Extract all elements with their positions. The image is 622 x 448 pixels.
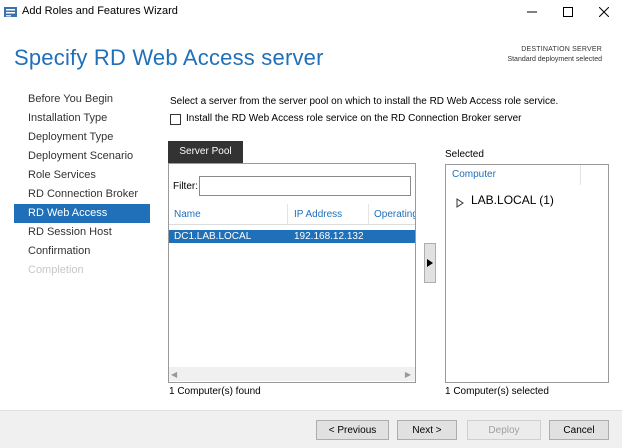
server-pool-header: Name IP Address Operating xyxy=(169,204,415,225)
play-arrow-icon xyxy=(427,259,433,267)
column-header-ip-address[interactable]: IP Address xyxy=(294,209,342,220)
scroll-right-icon[interactable]: ▶ xyxy=(405,370,411,379)
nav-item-rd-session-host[interactable]: RD Session Host xyxy=(14,223,150,242)
install-on-broker-label[interactable]: Install the RD Web Access role service o… xyxy=(186,113,522,124)
nav-item-rd-web-access[interactable]: RD Web Access xyxy=(14,204,150,223)
nav-item-completion: Completion xyxy=(28,264,84,276)
server-pool-panel xyxy=(168,163,416,383)
close-button[interactable] xyxy=(586,0,622,24)
column-header-operating-system[interactable]: Operating xyxy=(374,209,415,220)
window-title: Add Roles and Features Wizard xyxy=(22,5,178,17)
computers-selected-status: 1 Computer(s) selected xyxy=(445,386,549,397)
server-manager-icon xyxy=(4,5,18,18)
destination-server-label: DESTINATION SERVER xyxy=(521,46,602,53)
triangle-right-icon[interactable] xyxy=(455,195,465,208)
previous-button[interactable]: < Previous xyxy=(316,420,389,440)
install-on-broker-checkbox[interactable] xyxy=(170,114,181,125)
add-server-button[interactable] xyxy=(424,243,436,283)
destination-server-value: Standard deployment selected xyxy=(507,56,602,63)
table-row[interactable]: DC1.LAB.LOCAL 192.168.12.132 xyxy=(169,230,415,243)
filter-input[interactable] xyxy=(199,176,411,196)
nav-item-confirmation[interactable]: Confirmation xyxy=(14,242,150,261)
horizontal-scrollbar[interactable]: ◀ ▶ xyxy=(169,367,415,381)
nav-item-rd-connection-broker[interactable]: RD Connection Broker xyxy=(14,185,150,204)
computers-found-status: 1 Computer(s) found xyxy=(169,386,261,397)
close-icon xyxy=(599,7,609,17)
cancel-button[interactable]: Cancel xyxy=(549,420,609,440)
nav-item-deployment-type[interactable]: Deployment Type xyxy=(14,128,150,147)
column-header-computer[interactable]: Computer xyxy=(452,169,496,180)
maximize-icon xyxy=(563,7,573,17)
wizard-nav: Before You Begin Installation Type Deplo… xyxy=(14,90,150,280)
minimize-button[interactable] xyxy=(514,0,550,24)
nav-item-role-services[interactable]: Role Services xyxy=(14,166,150,185)
column-divider[interactable] xyxy=(368,204,369,224)
server-ip-cell: 192.168.12.132 xyxy=(294,231,364,242)
nav-item-deployment-scenario[interactable]: Deployment Scenario xyxy=(14,147,150,166)
page-title: Specify RD Web Access server xyxy=(14,45,324,70)
maximize-button[interactable] xyxy=(550,0,586,24)
deploy-button: Deploy xyxy=(467,420,541,440)
column-header-name[interactable]: Name xyxy=(174,209,201,220)
tab-server-pool[interactable]: Server Pool xyxy=(168,141,243,163)
title-bar: Add Roles and Features Wizard xyxy=(0,0,622,24)
minimize-icon xyxy=(527,11,537,13)
instruction-text: Select a server from the server pool on … xyxy=(170,96,559,107)
selected-heading: Selected xyxy=(445,149,484,160)
next-button[interactable]: Next > xyxy=(397,420,457,440)
tree-item-lab-local[interactable]: LAB.LOCAL (1) xyxy=(471,193,554,207)
scroll-left-icon[interactable]: ◀ xyxy=(171,370,177,379)
server-name-cell: DC1.LAB.LOCAL xyxy=(174,231,252,242)
column-divider[interactable] xyxy=(287,204,288,224)
nav-item-before-you-begin[interactable]: Before You Begin xyxy=(14,90,150,109)
nav-item-installation-type[interactable]: Installation Type xyxy=(14,109,150,128)
filter-label: Filter: xyxy=(173,181,198,192)
column-divider[interactable] xyxy=(580,165,581,185)
